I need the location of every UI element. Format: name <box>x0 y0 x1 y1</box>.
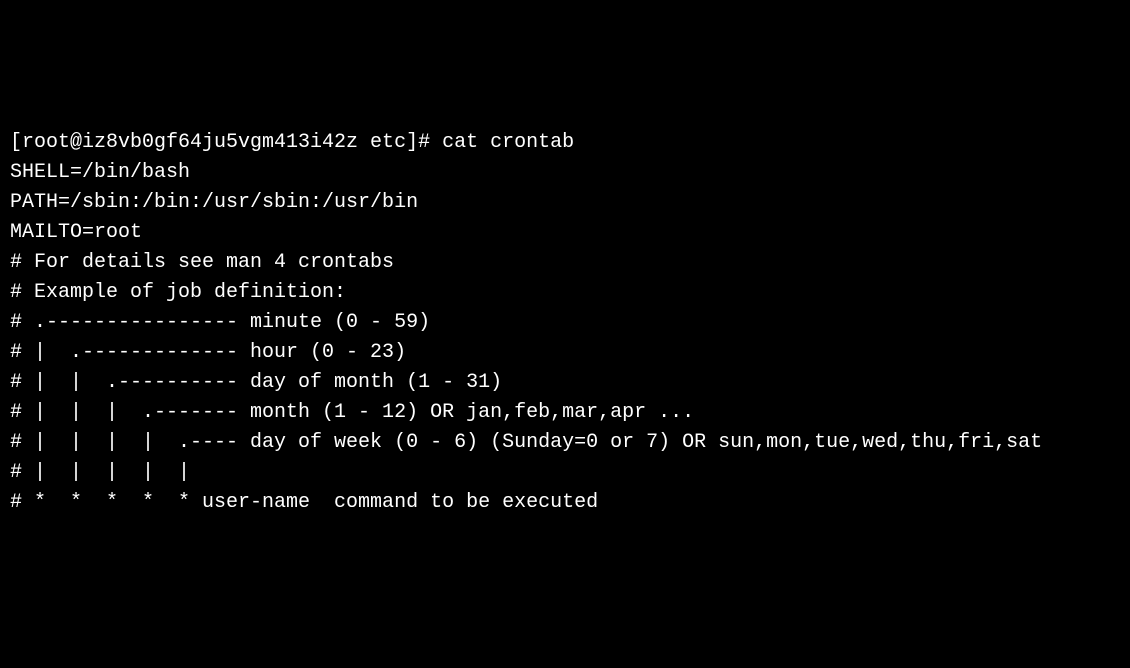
output-line-minute: # .---------------- minute (0 - 59) <box>10 308 1120 338</box>
command-line: [root@iz8vb0gf64ju5vgm413i42z etc]# cat … <box>10 128 1120 158</box>
shell-prompt: [root@iz8vb0gf64ju5vgm413i42z etc]# <box>10 131 442 154</box>
output-line-comment-example: # Example of job definition: <box>10 278 1120 308</box>
command-text: cat crontab <box>442 131 574 154</box>
output-line-dayofweek: # | | | | .---- day of week (0 - 6) (Sun… <box>10 428 1120 458</box>
output-line-dayofmonth: # | | .---------- day of month (1 - 31) <box>10 368 1120 398</box>
output-line-pipes: # | | | | | <box>10 458 1120 488</box>
output-line-hour: # | .------------- hour (0 - 23) <box>10 338 1120 368</box>
output-line-comment-details: # For details see man 4 crontabs <box>10 248 1120 278</box>
output-line-month: # | | | .------- month (1 - 12) OR jan,f… <box>10 398 1120 428</box>
output-line-stars: # * * * * * user-name command to be exec… <box>10 488 1120 518</box>
output-line-shell: SHELL=/bin/bash <box>10 158 1120 188</box>
output-line-mailto: MAILTO=root <box>10 218 1120 248</box>
output-line-path: PATH=/sbin:/bin:/usr/sbin:/usr/bin <box>10 188 1120 218</box>
